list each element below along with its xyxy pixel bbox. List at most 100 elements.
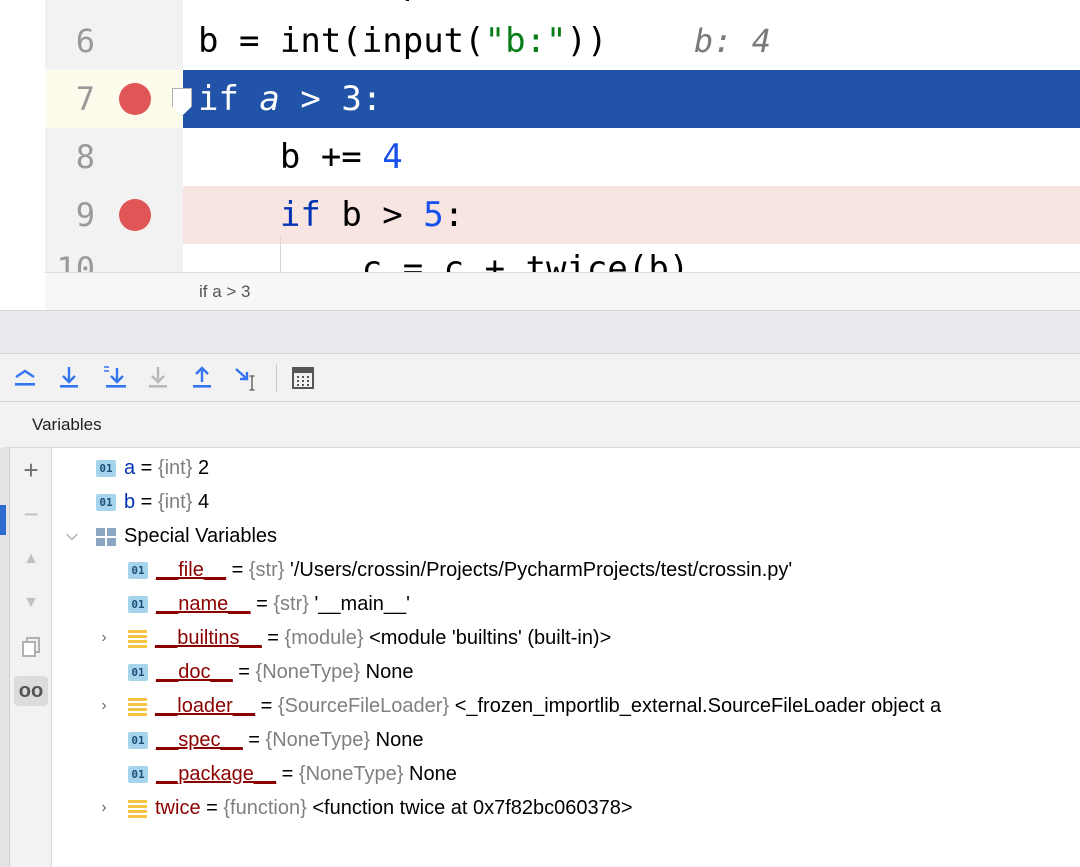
- variable-row[interactable]: › __builtins__ = {module} <module 'built…: [94, 621, 611, 655]
- variable-type: {NoneType}: [255, 661, 361, 683]
- step-into-my-code-icon[interactable]: [100, 363, 130, 393]
- variable-value: None: [375, 729, 424, 751]
- breadcrumb-item[interactable]: if a > 3: [199, 282, 251, 302]
- code-line-8-text: b += 4: [198, 137, 403, 177]
- add-watch-icon[interactable]: +: [14, 455, 48, 485]
- primitive-type-icon: 01: [96, 494, 116, 512]
- variable-type: {int}: [157, 491, 193, 513]
- variable-type: {function}: [223, 797, 307, 819]
- variable-value: <_frozen_importlib_external.SourceFileLo…: [454, 695, 942, 717]
- copy-icon[interactable]: [14, 632, 48, 662]
- glasses-icon[interactable]: oo: [14, 676, 48, 706]
- special-variables-node[interactable]: ⌵ Special Variables: [62, 519, 277, 553]
- primitive-type-icon: 01: [128, 596, 148, 614]
- code-line-7[interactable]: 7 if a > 3:: [0, 70, 1080, 128]
- primitive-type-icon: 01: [96, 460, 116, 478]
- variable-name: __name__: [156, 593, 251, 615]
- left-tool-selection: [0, 505, 6, 535]
- variable-value: '__main__': [314, 593, 410, 615]
- line-number: 7: [75, 80, 95, 118]
- variable-name: __builtins__: [155, 627, 262, 649]
- object-type-icon: [128, 629, 147, 648]
- variable-name: __loader__: [155, 695, 256, 717]
- group-icon: [96, 527, 116, 546]
- run-to-cursor-icon[interactable]: [231, 363, 261, 393]
- variable-name: __spec__: [156, 729, 243, 751]
- variable-value: 2: [197, 457, 210, 479]
- variable-type: {module}: [284, 627, 364, 649]
- variable-value: 4: [197, 491, 210, 513]
- variable-row[interactable]: 01 __doc__ = {NoneType} None: [128, 655, 413, 689]
- primitive-type-icon: 01: [128, 664, 148, 682]
- evaluate-expression-icon[interactable]: [288, 363, 318, 393]
- variable-name: __file__: [156, 559, 227, 581]
- primitive-type-icon: 01: [128, 562, 148, 580]
- breakpoint-icon[interactable]: [119, 83, 151, 115]
- variable-name: b: [124, 491, 136, 513]
- variable-name: a: [124, 457, 136, 479]
- primitive-type-icon: 01: [128, 732, 148, 750]
- panel-divider[interactable]: [0, 310, 1080, 354]
- variable-name: __doc__: [156, 661, 233, 683]
- move-down-icon[interactable]: ▼: [14, 588, 48, 618]
- remove-watch-icon[interactable]: −: [14, 499, 48, 529]
- variable-name: twice: [155, 797, 201, 819]
- step-out-icon[interactable]: [187, 363, 217, 393]
- code-line-10-text: c = c + twice(b): [198, 249, 690, 272]
- breadcrumb[interactable]: if a > 3: [45, 272, 1080, 310]
- step-over-icon[interactable]: [54, 363, 84, 393]
- left-tool-strip: [0, 402, 10, 867]
- code-line-8[interactable]: 8 b += 4: [0, 128, 1080, 186]
- code-line-5[interactable]: a = int(input("a:")): [0, 0, 1080, 12]
- variable-row[interactable]: › twice = {function} <function twice at …: [94, 791, 632, 825]
- code-line-6[interactable]: 6 b = int(input("b:")) b: 4: [0, 12, 1080, 70]
- variables-title: Variables: [32, 415, 102, 434]
- variables-tree[interactable]: 01 a = {int} 2 01 b = {int} 4 ⌵ Special Va…: [53, 448, 1080, 867]
- line-number: 10: [56, 250, 95, 272]
- variable-row[interactable]: 01 __spec__ = {NoneType} None: [128, 723, 423, 757]
- code-line-5-text: a = int(input("a:")): [198, 0, 607, 12]
- variable-type: {str}: [248, 559, 285, 581]
- variable-value: None: [365, 661, 414, 683]
- variable-row[interactable]: 01 __file__ = {str} '/Users/crossin/Proje…: [128, 553, 792, 587]
- object-type-icon: [128, 799, 147, 818]
- code-editor[interactable]: a = int(input("a:")) 6 b = int(input("b:…: [0, 0, 1080, 272]
- variable-type: {str}: [273, 593, 309, 615]
- variable-row[interactable]: 01 __name__ = {str} '__main__': [128, 587, 410, 621]
- show-execution-point-icon[interactable]: [10, 363, 40, 393]
- chevron-right-icon[interactable]: ›: [94, 791, 114, 825]
- variable-value: <module 'builtins' (built-in)>: [369, 627, 612, 649]
- primitive-type-icon: 01: [128, 766, 148, 784]
- variable-type: {SourceFileLoader}: [277, 695, 450, 717]
- inline-value-hint: b: 4: [694, 22, 772, 60]
- code-line-10[interactable]: 10 c = c + twice(b): [0, 240, 1080, 272]
- variable-name: __package__: [156, 763, 277, 785]
- variables-header: Variables: [0, 402, 1080, 448]
- variable-row[interactable]: › __loader__ = {SourceFileLoader} <_froz…: [94, 689, 941, 723]
- object-type-icon: [128, 697, 147, 716]
- variable-type: {int}: [157, 457, 193, 479]
- chevron-right-icon[interactable]: ›: [94, 621, 114, 655]
- code-line-7-text: if a > 3:: [198, 79, 383, 119]
- toolbar-separator: [276, 364, 277, 392]
- line-number: 8: [75, 138, 95, 176]
- variable-value: None: [409, 763, 457, 785]
- variable-row[interactable]: 01 __package__ = {NoneType} None: [128, 757, 457, 791]
- variable-row[interactable]: 01 a = {int} 2: [96, 451, 209, 485]
- chevron-right-icon[interactable]: ›: [94, 689, 114, 723]
- line-number: 6: [75, 22, 95, 60]
- variable-type: {NoneType}: [265, 729, 371, 751]
- code-line-9-text: if b > 5:: [279, 195, 465, 235]
- special-variables-label: Special Variables: [124, 525, 278, 547]
- force-step-into-icon[interactable]: [143, 363, 173, 393]
- variables-side-toolbar: + − ▲ ▼ oo: [10, 448, 52, 867]
- move-up-icon[interactable]: ▲: [14, 544, 48, 574]
- breakpoint-icon[interactable]: [119, 199, 151, 231]
- variable-type: {NoneType}: [298, 763, 404, 785]
- line-number: 9: [75, 196, 95, 234]
- code-line-9[interactable]: 9 if b > 5:: [0, 186, 1080, 244]
- chevron-down-icon[interactable]: ⌵: [62, 519, 82, 553]
- debug-toolbar: [0, 354, 1080, 402]
- variable-row[interactable]: 01 b = {int} 4: [96, 485, 209, 519]
- code-line-6-text: b = int(input("b:")): [198, 21, 608, 61]
